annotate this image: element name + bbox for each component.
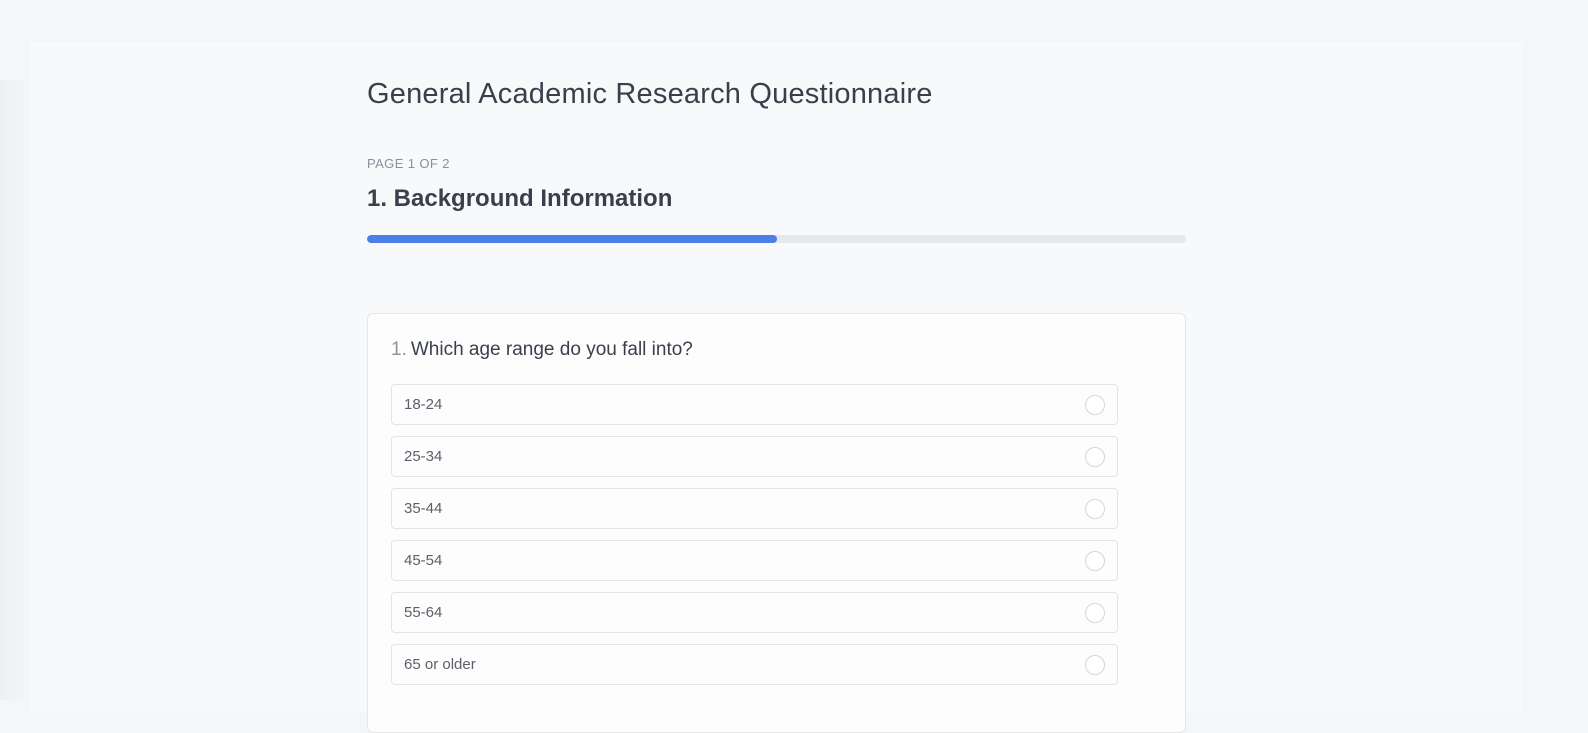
- answer-options: 18-24 25-34 35-44 45-54 55-64 65 or olde…: [391, 384, 1118, 696]
- survey-page: General Academic Research Questionnaire …: [30, 42, 1523, 733]
- question-card: 1. Which age range do you fall into? 18-2…: [367, 313, 1186, 733]
- page-heading: 1. Background Information: [367, 185, 673, 212]
- question-text: Which age range do you fall into?: [410, 339, 693, 360]
- radio-button[interactable]: [1085, 603, 1105, 623]
- progress-bar-fill: [367, 235, 777, 243]
- radio-button[interactable]: [1085, 395, 1105, 415]
- answer-option[interactable]: 35-44: [391, 488, 1118, 529]
- radio-button[interactable]: [1085, 499, 1105, 519]
- answer-option[interactable]: 18-24: [391, 384, 1118, 425]
- question-number: 1.: [391, 339, 407, 360]
- answer-option-label: 65 or older: [404, 656, 476, 673]
- answer-option-label: 35-44: [404, 500, 443, 517]
- radio-button[interactable]: [1085, 655, 1105, 675]
- answer-option[interactable]: 45-54: [391, 540, 1118, 581]
- answer-option-label: 25-34: [404, 448, 443, 465]
- page-indicator: PAGE 1 OF 2: [367, 156, 450, 171]
- answer-option[interactable]: 65 or older: [391, 644, 1118, 685]
- question-title: 1. Which age range do you fall into?: [391, 339, 693, 361]
- answer-option[interactable]: 55-64: [391, 592, 1118, 633]
- survey-title: General Academic Research Questionnaire: [367, 78, 933, 110]
- page-edge-shadow: [0, 80, 30, 700]
- answer-option-label: 55-64: [404, 604, 443, 621]
- answer-option-label: 45-54: [404, 552, 443, 569]
- progress-bar: [367, 235, 1186, 243]
- radio-button[interactable]: [1085, 447, 1105, 467]
- radio-button[interactable]: [1085, 551, 1105, 571]
- answer-option-label: 18-24: [404, 396, 443, 413]
- answer-option[interactable]: 25-34: [391, 436, 1118, 477]
